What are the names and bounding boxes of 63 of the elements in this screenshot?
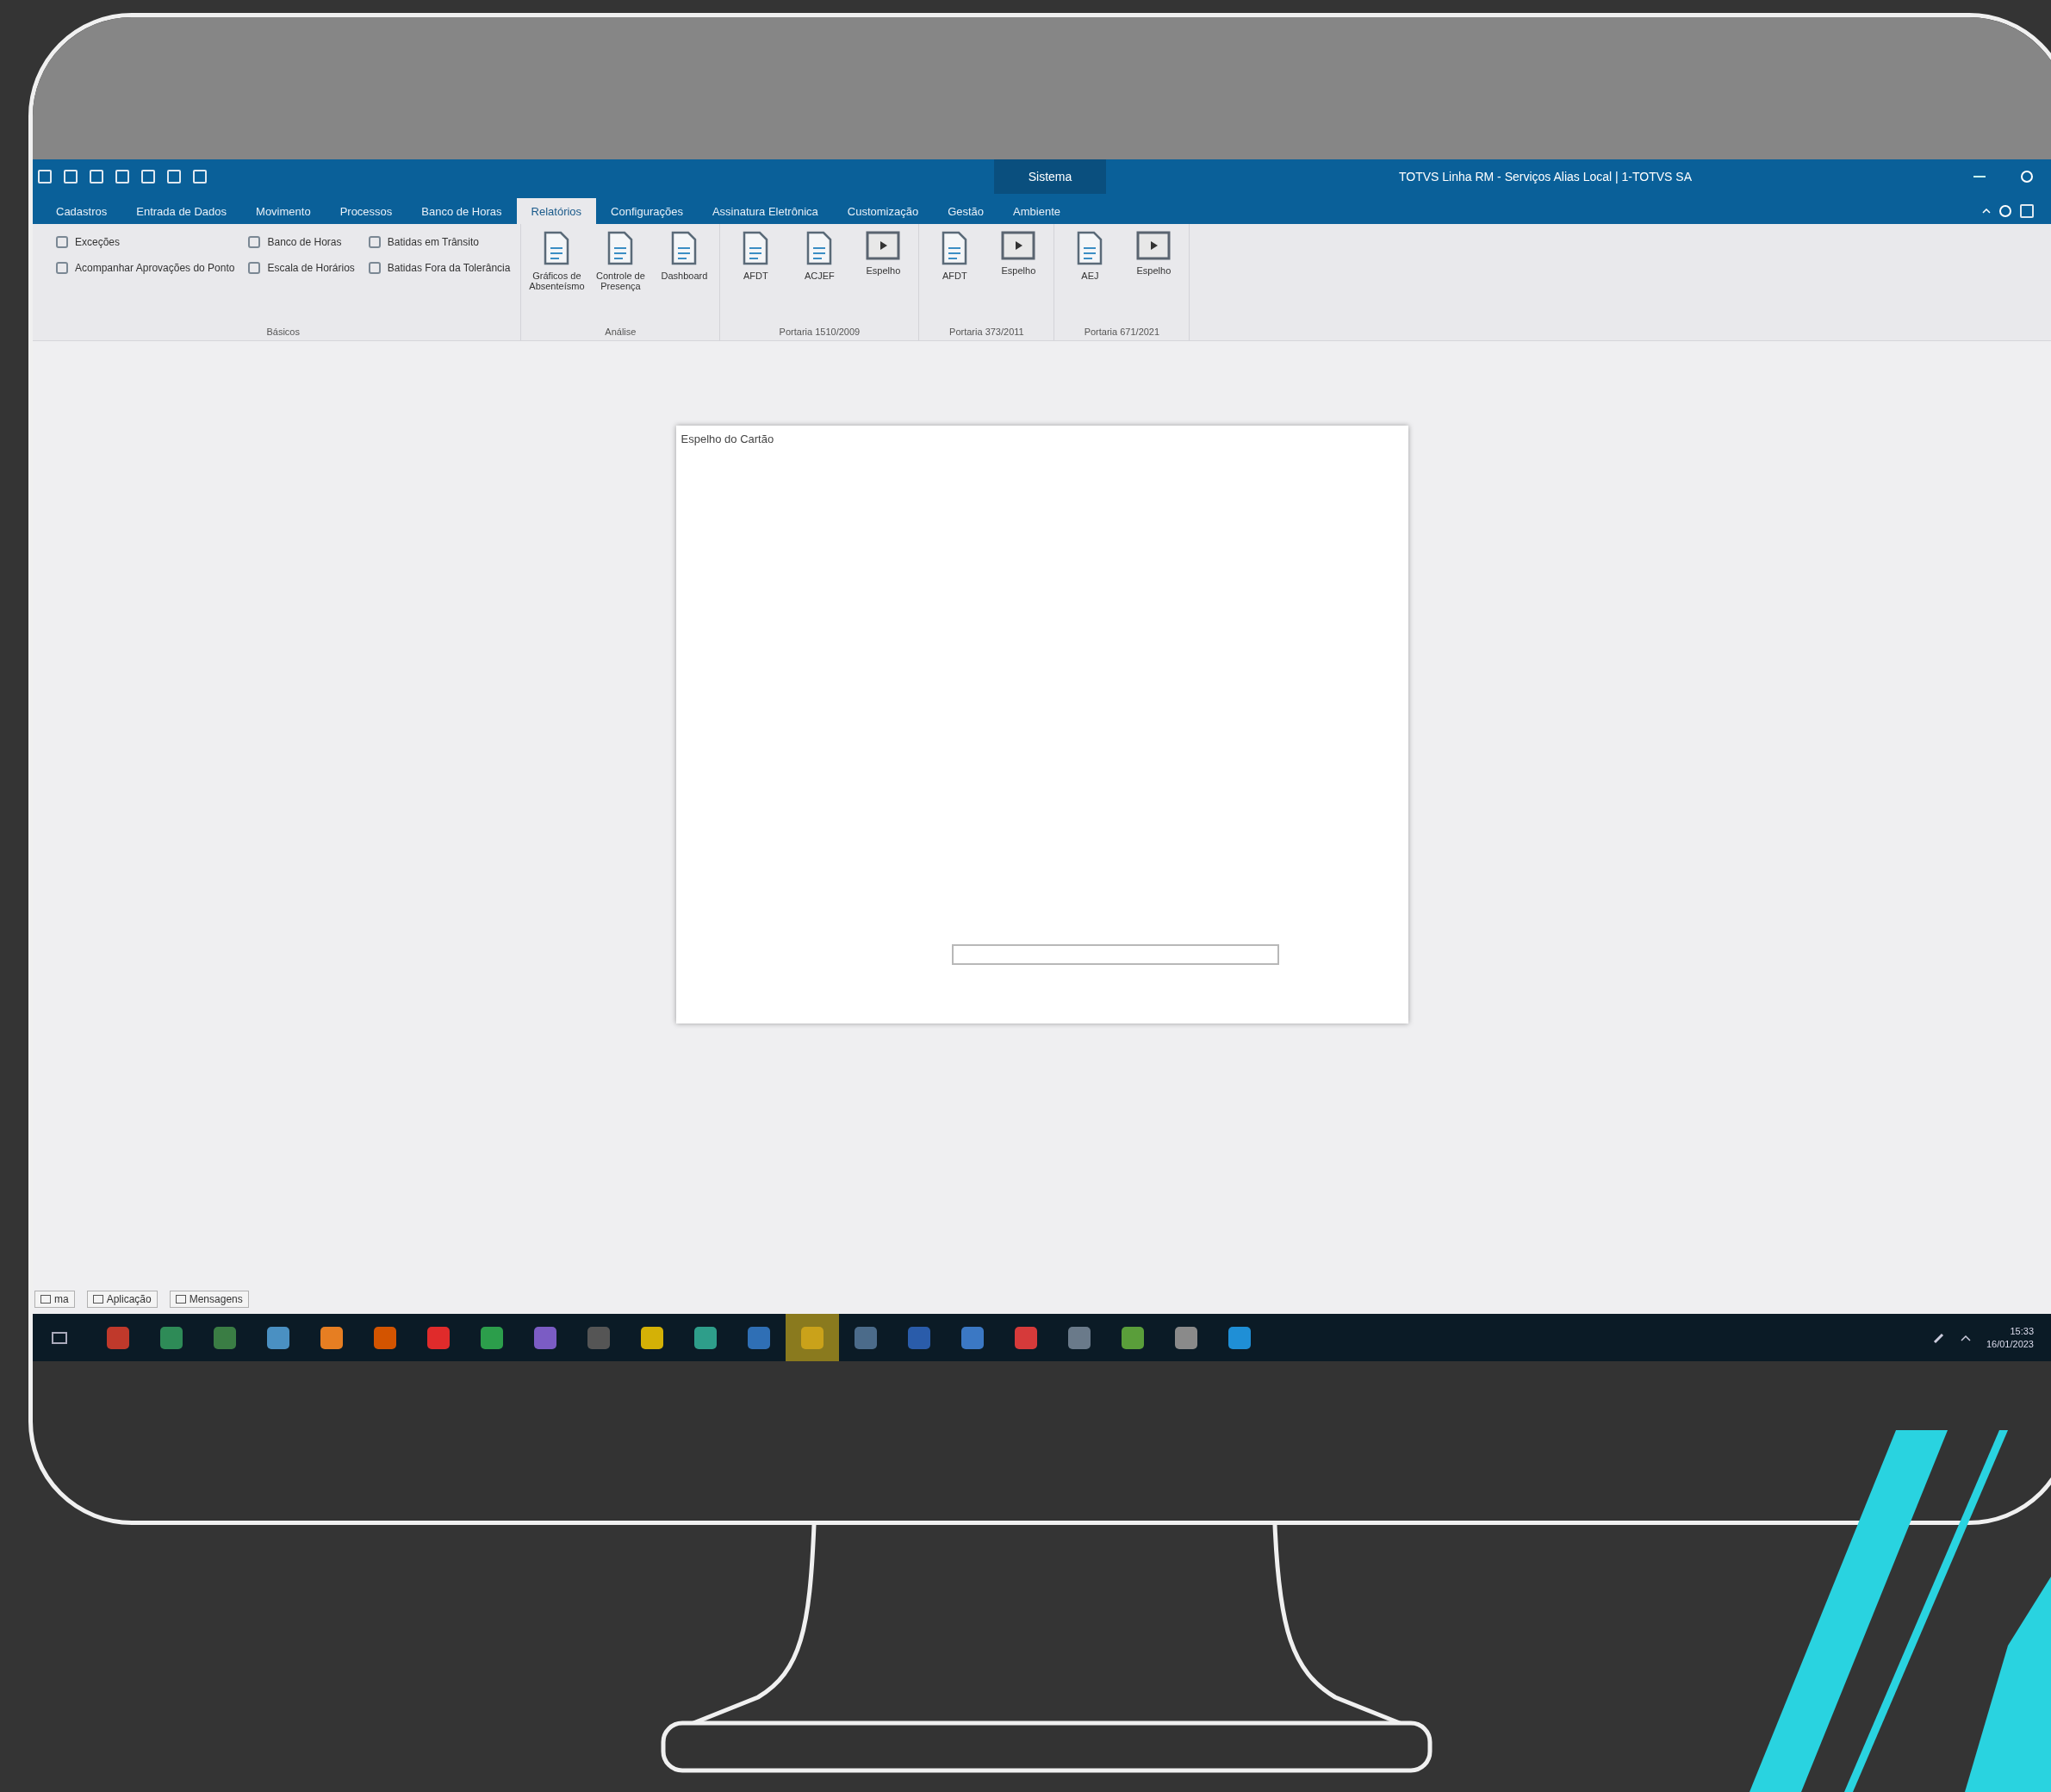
task-view-icon[interactable] (52, 1331, 67, 1344)
toolbar-icon[interactable] (167, 170, 181, 184)
context-tab-label: Sistema (994, 159, 1106, 194)
document-icon (671, 231, 698, 265)
circle-icon[interactable] (2020, 170, 2034, 184)
player-window-icon (866, 231, 901, 260)
ribbon-tab[interactable]: Customização (832, 198, 934, 224)
clock-date: 16/01/2023 (1986, 1337, 2034, 1350)
ribbon-tab[interactable]: Banco de Horas (407, 198, 517, 224)
help-icon[interactable] (1999, 205, 2011, 217)
ribbon-button[interactable]: Exceções (56, 236, 235, 248)
player-window-icon (1136, 231, 1172, 260)
ribbon-button[interactable]: Batidas em Trânsito (368, 236, 511, 248)
document-icon (942, 231, 968, 265)
toolbar-icon[interactable] (64, 170, 78, 184)
document-icon (743, 231, 769, 265)
ribbon-button[interactable]: Dashboard (659, 231, 710, 327)
ribbon-button[interactable]: Batidas Fora da Tolerância (368, 262, 511, 274)
ribbon-button[interactable]: Espelho (1128, 231, 1179, 327)
pen-icon[interactable] (1932, 1331, 1945, 1344)
ribbon-tab[interactable]: Configurações (596, 198, 698, 224)
ribbon-tab[interactable]: Entrada de Dados (121, 198, 242, 224)
ribbon-tab[interactable]: Processos (325, 198, 407, 224)
minimize-icon[interactable] (1973, 175, 1986, 178)
group-title: Básicos (265, 327, 301, 337)
toolbar-icon[interactable] (115, 170, 129, 184)
toolbar-icon[interactable] (90, 170, 103, 184)
status-tab[interactable]: ma (34, 1290, 75, 1308)
ribbon-button[interactable]: Banco de Horas (248, 236, 355, 248)
player-window-icon (1001, 231, 1036, 260)
dialog-title: Espelho do Cartão (680, 432, 775, 447)
ribbon-tab[interactable]: Gestão (933, 198, 999, 224)
ribbon-button[interactable]: Acompanhar Aprovações do Ponto (56, 262, 235, 274)
ribbon-button[interactable]: Espelho (858, 231, 909, 327)
ribbon-button[interactable]: Espelho (993, 231, 1044, 327)
ribbon-button[interactable]: AFDT (730, 231, 781, 327)
status-tab[interactable]: Mensagens (169, 1290, 249, 1308)
document-icon (544, 231, 570, 265)
group-title: Portaria 671/2021 (1083, 327, 1161, 337)
group-title: Portaria 373/2011 (948, 327, 1025, 337)
ribbon-button[interactable]: AFDT (929, 231, 980, 327)
toolbar-icon[interactable] (141, 170, 155, 184)
ribbon-tab[interactable]: Movimento (241, 198, 326, 224)
ribbon-button[interactable]: Controle de Presença (595, 231, 646, 327)
toolbar-icon[interactable] (38, 170, 52, 184)
group-title: Análise (604, 327, 637, 337)
document-icon (1077, 231, 1103, 265)
ribbon-tab[interactable]: Ambiente (998, 198, 1075, 224)
ribbon-tab[interactable]: Assinatura Eletrônica (697, 198, 833, 224)
caret-icon[interactable] (1960, 1334, 1971, 1341)
group-title: Portaria 1510/2009 (778, 327, 861, 337)
ribbon-button[interactable]: AEJ (1065, 231, 1116, 327)
status-tab[interactable]: Aplicação (86, 1290, 158, 1308)
ribbon-button[interactable]: ACJEF (794, 231, 845, 327)
document-icon (806, 231, 833, 265)
window-title: TOTVS Linha RM - Serviços Alias Local | 1-TOTVS SA (1399, 170, 1693, 184)
window-icon[interactable] (2020, 204, 2034, 218)
document-icon (607, 231, 634, 265)
ribbon-tab[interactable]: Cadastros (41, 198, 122, 224)
ribbon-button[interactable]: Escala de Horários (248, 262, 355, 274)
ribbon-tab[interactable]: Relatórios (516, 198, 597, 224)
clock-time: 15:33 (2010, 1325, 2034, 1338)
toolbar-icon[interactable] (193, 170, 207, 184)
